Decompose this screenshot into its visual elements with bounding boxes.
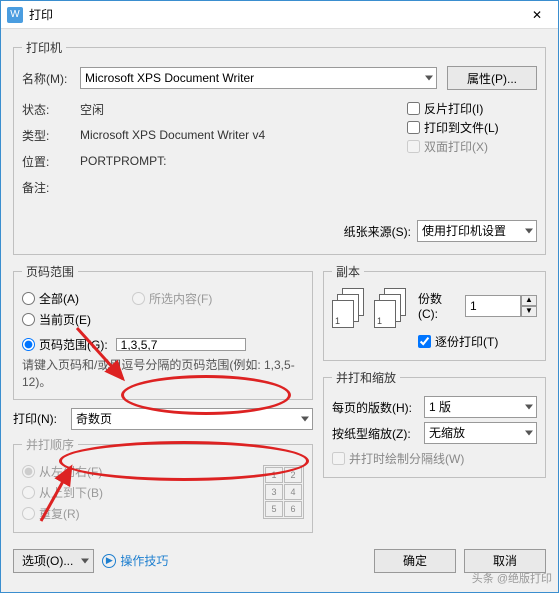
order-preview-icon: 12 34 56 xyxy=(263,465,304,519)
copies-down-button[interactable]: ▼ xyxy=(521,306,537,317)
draw-lines-checkbox: 并打时绘制分隔线(W) xyxy=(332,450,537,467)
range-all-radio[interactable]: 全部(A) xyxy=(22,290,132,307)
range-pages-radio[interactable]: 页码范围(G): xyxy=(22,336,304,353)
duplex-checkbox: 双面打印(X) xyxy=(407,138,537,155)
app-icon: W xyxy=(7,7,23,23)
print-what-select[interactable]: 奇数页 xyxy=(71,408,313,430)
copies-legend: 副本 xyxy=(332,263,364,280)
scale-select[interactable]: 无缩放 xyxy=(424,422,537,444)
scale-label: 按纸型缩放(Z): xyxy=(332,425,424,442)
tips-link[interactable]: ▶ 操作技巧 xyxy=(102,552,168,569)
status-value: 空闲 xyxy=(80,101,407,118)
cancel-button[interactable]: 取消 xyxy=(464,549,546,573)
status-label: 状态: xyxy=(22,101,80,118)
page-range-legend: 页码范围 xyxy=(22,263,78,280)
printer-select[interactable]: Microsoft XPS Document Writer xyxy=(80,67,437,89)
options-button[interactable]: 选项(O)... xyxy=(13,549,94,573)
where-value: PORTPROMPT: xyxy=(80,154,407,168)
printer-group: 打印机 名称(M): Microsoft XPS Document Writer… xyxy=(13,39,546,255)
collate-icon: 321 321 xyxy=(332,288,410,328)
order-tb-radio: 从上到下(B) xyxy=(22,484,263,501)
zoom-group: 并打和缩放 每页的版数(H): 1 版 按纸型缩放(Z): 无缩放 并打时绘制分… xyxy=(323,369,546,478)
name-label: 名称(M): xyxy=(22,70,80,87)
reverse-checkbox[interactable]: 反片打印(I) xyxy=(407,100,537,117)
copies-label: 份数(C): xyxy=(418,290,459,321)
order-repeat-radio: 重复(R) xyxy=(22,505,263,522)
page-range-group: 页码范围 全部(A) 当前页(E) 所选内容(F) 页码范围(G): xyxy=(13,263,313,400)
window-title: 打印 xyxy=(29,6,516,23)
type-value: Microsoft XPS Document Writer v4 xyxy=(80,128,407,142)
print-to-file-checkbox[interactable]: 打印到文件(L) xyxy=(407,119,537,136)
printer-legend: 打印机 xyxy=(22,39,66,56)
copies-up-button[interactable]: ▲ xyxy=(521,295,537,306)
ok-button[interactable]: 确定 xyxy=(374,549,456,573)
zoom-legend: 并打和缩放 xyxy=(332,369,400,386)
close-button[interactable]: ✕ xyxy=(516,1,558,29)
comment-label: 备注: xyxy=(22,179,80,196)
print-order-legend: 并打顺序 xyxy=(22,436,78,453)
type-label: 类型: xyxy=(22,127,80,144)
order-lr-radio: 从左到右(F) xyxy=(22,463,263,480)
paper-source-label: 纸张来源(S): xyxy=(344,223,411,240)
pages-input[interactable] xyxy=(116,338,246,351)
where-label: 位置: xyxy=(22,153,80,170)
per-sheet-select[interactable]: 1 版 xyxy=(424,396,537,418)
range-selection-radio: 所选内容(F) xyxy=(132,290,304,307)
play-icon: ▶ xyxy=(102,554,116,568)
titlebar: W 打印 ✕ xyxy=(1,1,558,29)
copies-input[interactable] xyxy=(465,295,521,317)
range-current-radio[interactable]: 当前页(E) xyxy=(22,311,132,328)
per-sheet-label: 每页的版数(H): xyxy=(332,399,424,416)
collate-checkbox[interactable]: 逐份打印(T) xyxy=(418,333,537,350)
chevron-down-icon xyxy=(81,558,89,563)
copies-group: 副本 321 321 份数(C): xyxy=(323,263,546,361)
print-what-label: 打印(N): xyxy=(13,410,71,427)
range-hint: 请键入页码和/或用逗号分隔的页码范围(例如: 1,3,5-12)。 xyxy=(22,357,304,391)
properties-button[interactable]: 属性(P)... xyxy=(447,66,537,90)
print-order-group: 并打顺序 从左到右(F) 从上到下(B) 重复(R) 12 34 56 xyxy=(13,436,313,533)
paper-source-select[interactable]: 使用打印机设置 xyxy=(417,220,537,242)
